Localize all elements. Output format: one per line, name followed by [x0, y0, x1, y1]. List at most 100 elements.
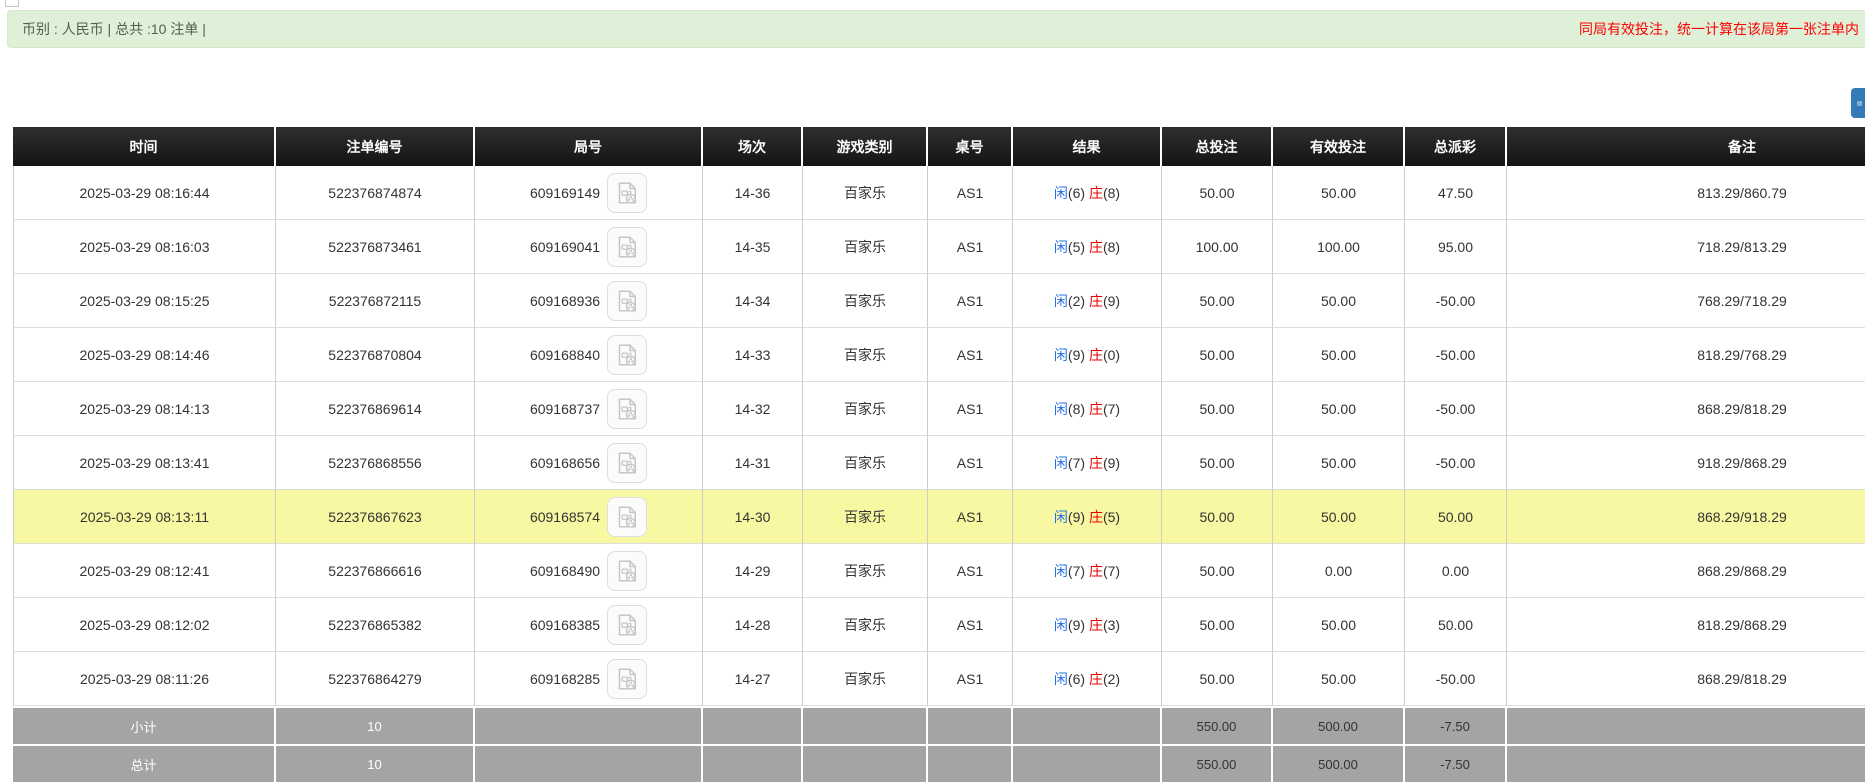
total-bet-link[interactable]: 50.00: [1162, 166, 1273, 220]
valid-bet-cell: 50.00: [1273, 652, 1405, 706]
summary-empty-cell: [803, 744, 928, 782]
time-cell: 2025-03-29 08:14:13: [13, 382, 276, 436]
total-bet-link[interactable]: 50.00: [1162, 544, 1273, 598]
session-cell: 14-28: [703, 598, 803, 652]
total-bet-link[interactable]: 50.00: [1162, 598, 1273, 652]
result-player-score: (6): [1068, 185, 1085, 201]
round-video-button[interactable]: [607, 443, 647, 483]
result-banker-score: (2): [1103, 671, 1120, 687]
time-cell: 2025-03-29 08:16:03: [13, 220, 276, 274]
total-row: 总计 10 550.00 500.00 -7.50: [13, 744, 1865, 782]
time-cell: 2025-03-29 08:13:11: [13, 490, 276, 544]
remark-cell: 818.29/868.29: [1507, 598, 1865, 652]
table-body: 2025-03-29 08:16:44 522376874874 6091691…: [13, 166, 1865, 706]
table-no-cell: AS1: [928, 328, 1013, 382]
valid-bet-cell: 50.00: [1273, 382, 1405, 436]
column-header: 有效投注: [1273, 127, 1405, 166]
total-bet-link[interactable]: 50.00: [1162, 382, 1273, 436]
result-banker-label: 庄: [1089, 671, 1103, 687]
session-cell: 14-30: [703, 490, 803, 544]
result-player-label: 闲: [1054, 563, 1068, 579]
round-video-button[interactable]: [607, 227, 647, 267]
summary-empty-cell: [1507, 706, 1865, 744]
video-file-icon: [612, 232, 642, 262]
result-banker-score: (7): [1103, 401, 1120, 417]
session-cell: 14-35: [703, 220, 803, 274]
table-no-cell: AS1: [928, 166, 1013, 220]
video-file-icon: [612, 610, 642, 640]
video-file-icon: [612, 502, 642, 532]
game-type-cell: 百家乐: [803, 490, 928, 544]
payout-cell: 0.00: [1405, 544, 1507, 598]
summary-empty-cell: [928, 744, 1013, 782]
column-header: 场次: [703, 127, 803, 166]
bet-id-cell: 522376873461: [276, 220, 475, 274]
summary-empty-cell: [928, 706, 1013, 744]
notice-text: 同局有效投注，统一计算在该局第一张注单内: [1579, 19, 1859, 39]
bet-records-table: 时间注单编号局号场次游戏类别桌号结果总投注有效投注总派彩备注 2025-03-2…: [13, 127, 1865, 782]
table-row: 2025-03-29 08:13:41 522376868556 6091686…: [13, 436, 1865, 490]
result-banker-label: 庄: [1089, 401, 1103, 417]
round-video-button[interactable]: [607, 551, 647, 591]
remark-cell: 868.29/818.29: [1507, 382, 1865, 436]
total-bet-link[interactable]: 50.00: [1162, 436, 1273, 490]
subtotal-valid-bet: 500.00: [1273, 706, 1405, 744]
result-player-label: 闲: [1054, 185, 1068, 201]
result-banker-score: (7): [1103, 563, 1120, 579]
table-header: 时间注单编号局号场次游戏类别桌号结果总投注有效投注总派彩备注: [13, 127, 1865, 166]
round-video-button[interactable]: [607, 281, 647, 321]
remark-cell: 813.29/860.79: [1507, 166, 1865, 220]
table-no-cell: AS1: [928, 436, 1013, 490]
game-type-cell: 百家乐: [803, 382, 928, 436]
total-bet-link[interactable]: 50.00: [1162, 328, 1273, 382]
round-video-button[interactable]: [607, 389, 647, 429]
bet-id-cell: 522376868556: [276, 436, 475, 490]
total-bet-link[interactable]: 100.00: [1162, 220, 1273, 274]
summary-empty-cell: [1013, 706, 1162, 744]
valid-bet-cell: 50.00: [1273, 490, 1405, 544]
round-video-button[interactable]: [607, 497, 647, 537]
session-cell: 14-31: [703, 436, 803, 490]
result-player-score: (7): [1068, 455, 1085, 471]
result-player-label: 闲: [1054, 455, 1068, 471]
column-header: 桌号: [928, 127, 1013, 166]
round-id: 609168385: [530, 617, 600, 633]
total-bet-link[interactable]: 50.00: [1162, 652, 1273, 706]
round-id: 609168737: [530, 401, 600, 417]
video-file-icon: [612, 340, 642, 370]
result-player-score: (9): [1068, 509, 1085, 525]
result-banker-score: (0): [1103, 347, 1120, 363]
result-cell: 闲(9) 庄(5): [1013, 490, 1162, 544]
valid-bet-cell: 50.00: [1273, 436, 1405, 490]
time-cell: 2025-03-29 08:11:26: [13, 652, 276, 706]
round-video-button[interactable]: [607, 605, 647, 645]
round-id: 609168285: [530, 671, 600, 687]
result-cell: 闲(2) 庄(9): [1013, 274, 1162, 328]
game-type-cell: 百家乐: [803, 166, 928, 220]
bet-id-cell: 522376872115: [276, 274, 475, 328]
side-panel-button-icon: [1857, 101, 1862, 106]
result-banker-score: (8): [1103, 185, 1120, 201]
round-video-button[interactable]: [607, 335, 647, 375]
result-player-score: (2): [1068, 293, 1085, 309]
round-id: 609169149: [530, 185, 600, 201]
round-cell: 609168490: [475, 544, 703, 598]
result-player-score: (5): [1068, 239, 1085, 255]
valid-bet-cell: 50.00: [1273, 274, 1405, 328]
payout-cell: -50.00: [1405, 328, 1507, 382]
side-panel-button[interactable]: [1851, 88, 1865, 118]
video-file-icon: [612, 556, 642, 586]
result-player-label: 闲: [1054, 401, 1068, 417]
valid-bet-cell: 50.00: [1273, 598, 1405, 652]
video-file-icon: [612, 394, 642, 424]
table-no-cell: AS1: [928, 652, 1013, 706]
session-cell: 14-29: [703, 544, 803, 598]
round-id: 609168840: [530, 347, 600, 363]
round-video-button[interactable]: [607, 659, 647, 699]
result-banker-score: (3): [1103, 617, 1120, 633]
total-bet-link[interactable]: 50.00: [1162, 274, 1273, 328]
bet-id-cell: 522376867623: [276, 490, 475, 544]
round-video-button[interactable]: [607, 173, 647, 213]
total-bet-link[interactable]: 50.00: [1162, 490, 1273, 544]
bet-id-cell: 522376864279: [276, 652, 475, 706]
